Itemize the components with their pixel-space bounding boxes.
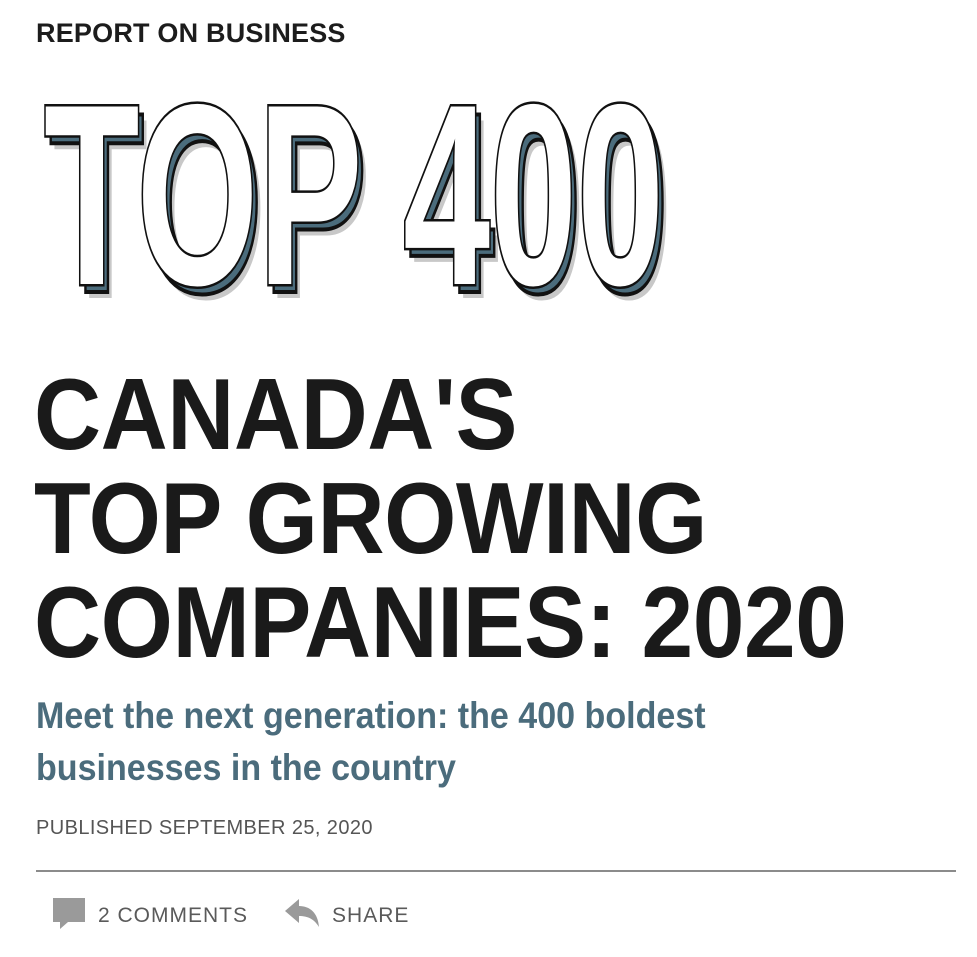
top-400-wordmark: TOP 400 TOP 400 TOP 400 [42, 78, 673, 328]
headline: CANADA'S TOP GROWING COMPANIES: 2020 [34, 363, 964, 675]
comment-icon [52, 896, 86, 936]
article-header: REPORT ON BUSINESS TOP 400 TOP 400 TOP 4… [0, 0, 977, 957]
share-button[interactable]: SHARE [284, 898, 409, 934]
divider [36, 870, 956, 872]
headline-line-1: CANADA'S [34, 359, 518, 471]
comments-button[interactable]: 2 COMMENTS [52, 896, 248, 936]
publish-date: PUBLISHED SEPTEMBER 25, 2020 [36, 817, 373, 839]
share-arrow-icon [284, 898, 320, 934]
subheadline-line-1: Meet the next generation: the 400 boldes… [36, 695, 706, 736]
headline-line-3: COMPANIES: 2020 [34, 567, 847, 679]
subheadline-line-2: businesses in the country [36, 747, 456, 788]
headline-line-2: TOP GROWING [34, 463, 707, 575]
share-label: SHARE [332, 904, 410, 927]
top-400-logo: TOP 400 TOP 400 TOP 400 [30, 78, 710, 328]
section-label[interactable]: REPORT ON BUSINESS [36, 18, 346, 49]
logo-face: TOP 400 [44, 78, 664, 328]
comments-label: 2 COMMENTS [98, 904, 249, 927]
subheadline: Meet the next generation: the 400 boldes… [36, 690, 936, 794]
article-actions: 2 COMMENTS SHARE [52, 896, 409, 936]
